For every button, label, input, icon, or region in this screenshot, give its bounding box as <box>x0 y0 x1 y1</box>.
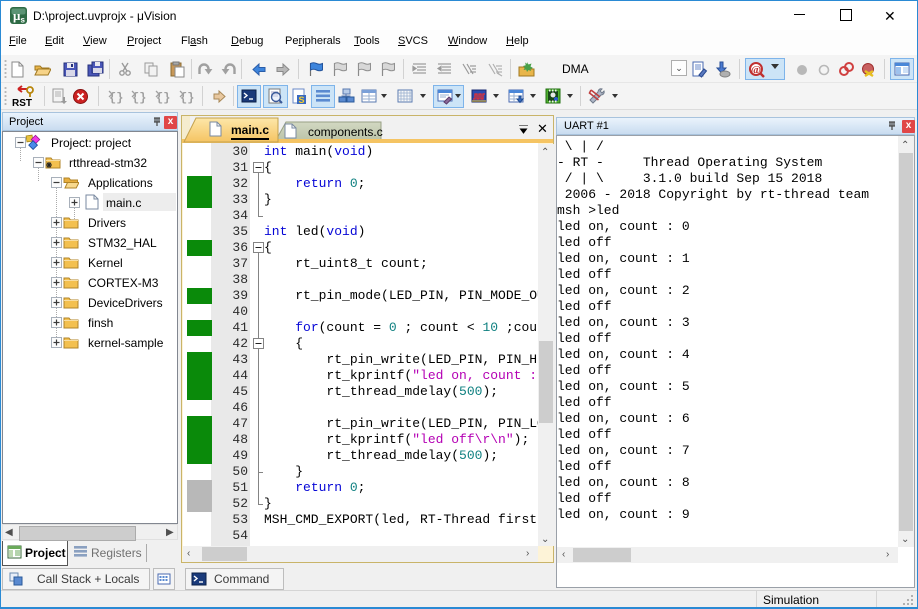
svg-text:RST: RST <box>12 98 32 108</box>
svg-text:s: s <box>21 16 26 25</box>
svg-text:S: S <box>298 95 304 105</box>
